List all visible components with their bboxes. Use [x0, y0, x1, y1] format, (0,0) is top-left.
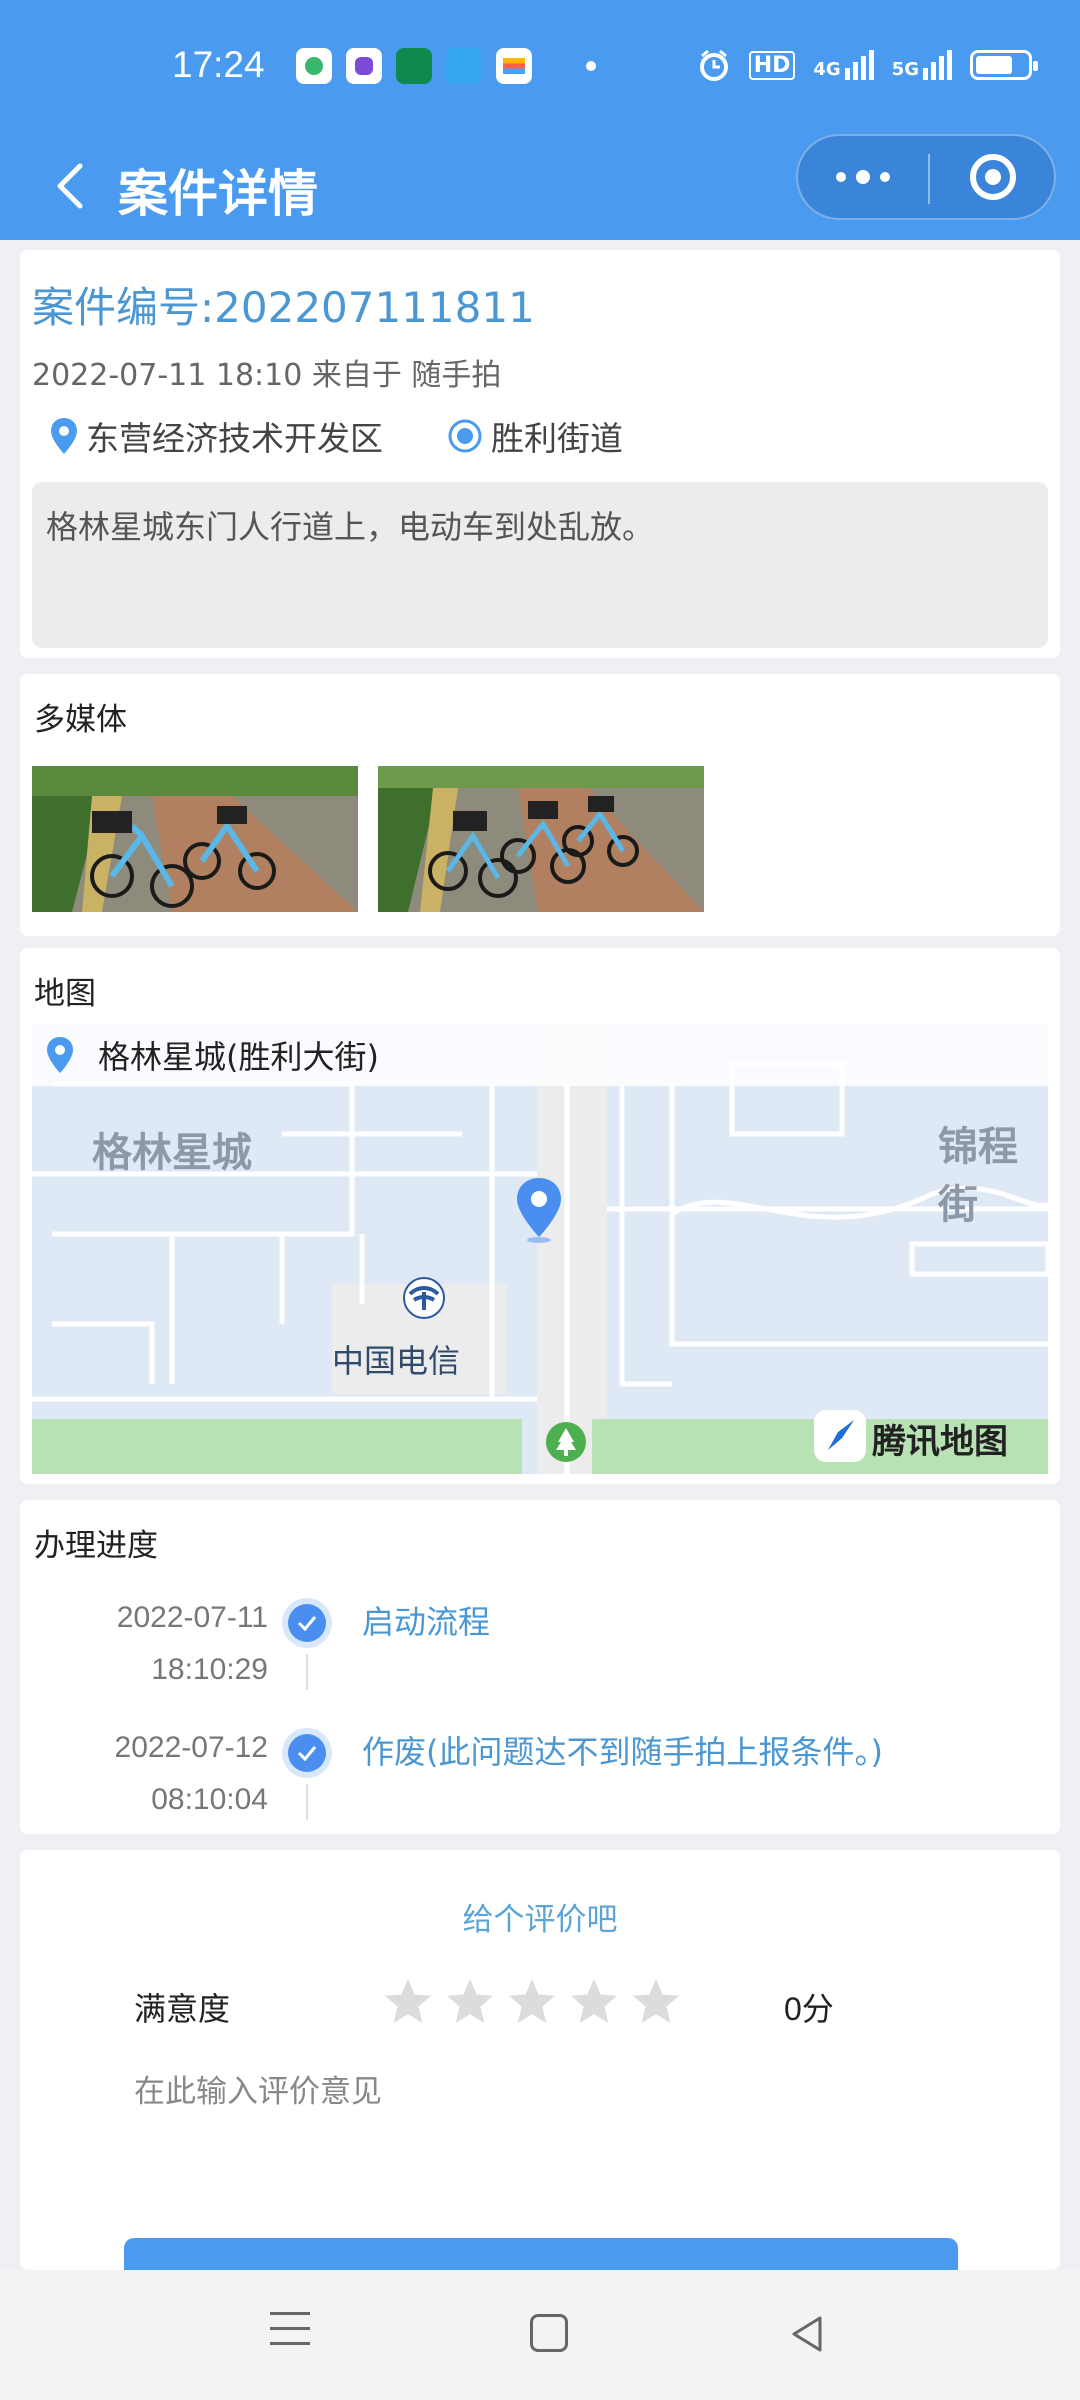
media-card: 多媒体: [20, 674, 1060, 936]
alarm-icon: [699, 49, 728, 81]
comment-input[interactable]: [134, 2066, 954, 2186]
oppo-app-icon: [396, 48, 432, 84]
star-icon[interactable]: [444, 1976, 496, 2028]
description-box: 格林星城东门人行道上，电动车到处乱放。: [32, 482, 1048, 648]
map-location-label: 格林星城(胜利大街): [98, 1038, 379, 1076]
star-icon[interactable]: [382, 1976, 434, 2028]
step-time: 08:10:04: [151, 1783, 268, 1816]
check-circle-icon: [282, 1598, 332, 1648]
mini-program-capsule: [796, 134, 1056, 220]
tencent-map-logo-icon: [814, 1410, 866, 1462]
4g-label: 4G: [813, 59, 841, 80]
street-target-icon: [448, 419, 482, 453]
satisfaction-label: 满意度: [134, 1990, 231, 2028]
map-card: 地图 格林星城 锦程街 中国电信 腾讯地图 格林星城(胜利大街): [20, 948, 1060, 1484]
bike-photo-image: [378, 766, 704, 912]
signal-5g: 5G: [892, 50, 952, 80]
map-area-label: 锦程街: [938, 1124, 1018, 1228]
street-label: 胜利街道: [491, 419, 623, 458]
step-date: 2022-07-11: [116, 1601, 268, 1634]
page-title: 案件详情: [118, 165, 318, 223]
case-meta: 2022-07-11 18:10 来自于 随手拍: [32, 358, 502, 393]
telegram-icon: [446, 48, 482, 84]
progress-title: 办理进度: [34, 1528, 158, 1564]
more-dots-icon: [856, 170, 870, 184]
location-row: 东营经济技术开发区 胜利街道: [48, 412, 623, 460]
map-poi-label: 中国电信: [332, 1342, 461, 1380]
rating-score: 0分: [784, 1991, 834, 2027]
chat-app-icon: [346, 48, 382, 84]
system-icons: HD 4G 5G: [697, 48, 1038, 82]
home-icon[interactable]: [530, 2314, 568, 2352]
district-label: 东营经济技术开发区: [86, 419, 383, 458]
bike-photo-image: [32, 766, 358, 912]
timeline-connector: [306, 1654, 308, 1690]
case-description: 格林星城东门人行道上，电动车到处乱放。: [46, 508, 655, 546]
map-pin-icon: [51, 418, 77, 454]
map-tiles-image: [32, 1024, 1048, 1474]
progress-step: 2022-07-12 08:10:04 作废(此问题达不到随手拍上报条件。): [20, 1722, 1060, 1842]
rating-title: 给个评价吧: [462, 1902, 618, 1938]
step-date: 2022-07-12: [114, 1731, 268, 1764]
more-notifications-dot: [586, 61, 596, 71]
signal-bars-icon: [923, 50, 952, 80]
map-pin-icon: [47, 1037, 73, 1073]
status-time: 17:24: [172, 44, 265, 85]
hd-label: HD: [748, 50, 796, 80]
progress-step: 2022-07-11 18:10:29 启动流程: [20, 1592, 1060, 1712]
rating-card: 给个评价吧 满意度 0分: [20, 1850, 1060, 2328]
menu-icon[interactable]: [270, 2312, 310, 2356]
battery-icon: [970, 50, 1038, 80]
star-icon[interactable]: [630, 1976, 682, 2028]
map-view[interactable]: 格林星城 锦程街 中国电信 腾讯地图 格林星城(胜利大街): [32, 1024, 1048, 1474]
timeline-connector: [306, 1784, 308, 1820]
step-label: 作废(此问题达不到随手拍上报条件。): [362, 1733, 883, 1771]
media-photo[interactable]: [32, 766, 358, 912]
map-location-row: 格林星城(胜利大街): [32, 1024, 1048, 1086]
more-dots-icon: [880, 172, 890, 182]
back-chevron-icon[interactable]: [42, 156, 102, 216]
app-header: 案件详情: [0, 130, 1080, 240]
back-triangle-icon[interactable]: [786, 2312, 826, 2356]
star-icon[interactable]: [568, 1976, 620, 2028]
step-datetime: 2022-07-12 08:10:04: [115, 1722, 268, 1826]
case-info-card: 案件编号:202207111811 2022-07-11 18:10 来自于 随…: [20, 250, 1060, 658]
video-app-icon: [296, 48, 332, 84]
signal-4g: 4G: [813, 50, 874, 80]
close-button[interactable]: [930, 136, 1056, 218]
wallet-app-icon: [496, 48, 532, 84]
map-area-label: 格林星城: [92, 1130, 252, 1176]
map-brand-label: 腾讯地图: [872, 1422, 1008, 1462]
system-nav-bar: [0, 2270, 1080, 2400]
star-rating: [382, 1976, 682, 2028]
media-title: 多媒体: [34, 702, 127, 738]
star-icon[interactable]: [506, 1976, 558, 2028]
step-time: 18:10:29: [151, 1653, 268, 1686]
map-title: 地图: [34, 976, 96, 1012]
check-circle-icon: [282, 1728, 332, 1778]
case-number: 案件编号:202207111811: [32, 283, 535, 332]
more-dots-icon: [836, 172, 846, 182]
target-circle-icon: [970, 154, 1016, 200]
5g-label: 5G: [891, 59, 919, 80]
step-label: 启动流程: [362, 1603, 491, 1641]
park-tree-icon: [546, 1422, 586, 1462]
progress-card: 办理进度 2022-07-11 18:10:29 启动流程 2022-07-12…: [20, 1500, 1060, 1834]
status-bar: 17:24 HD 4G 5G: [0, 0, 1080, 130]
map-location-marker-icon: [517, 1178, 561, 1243]
media-photo[interactable]: [378, 766, 704, 912]
notification-icons: [296, 48, 596, 84]
step-datetime: 2022-07-11 18:10:29: [117, 1592, 268, 1696]
telecom-logo-icon: [403, 1277, 445, 1319]
more-button[interactable]: [798, 136, 928, 218]
signal-bars-icon: [844, 50, 874, 80]
